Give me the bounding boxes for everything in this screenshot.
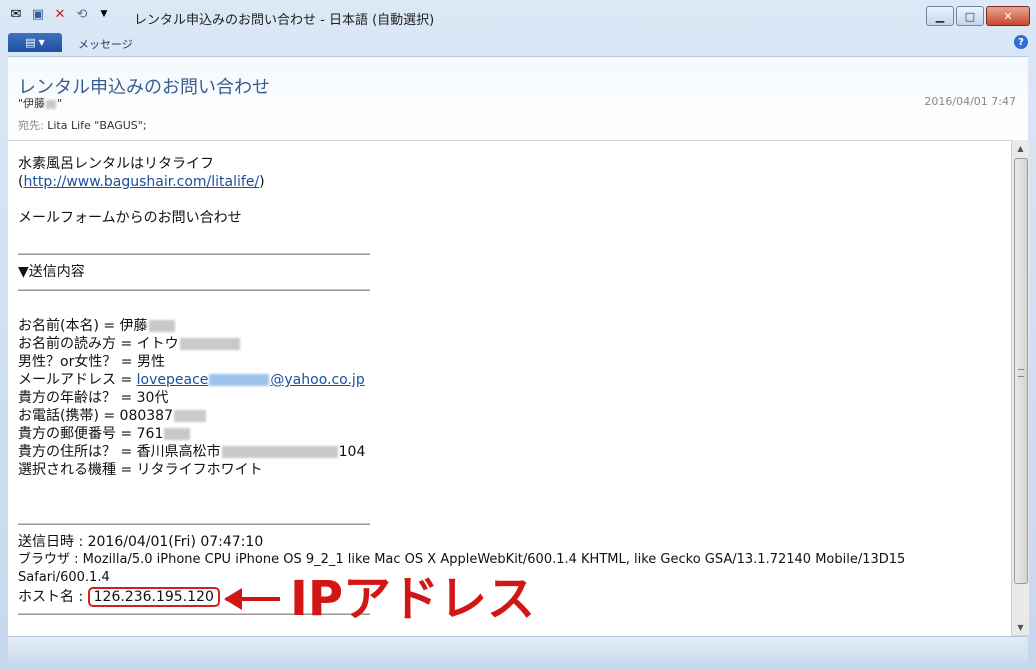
delete-icon[interactable]: ✕ [52,6,68,22]
close-button[interactable]: ✕ [986,6,1030,26]
sender-name: "伊藤 [18,97,46,110]
to-label: 宛先: [18,119,44,132]
field-gender: 男性？or女性？ = 男性 [18,354,165,370]
redacted-block [179,338,240,350]
field-name-text: お名前(本名) = 伊藤 [18,318,148,334]
redacted-block [164,428,191,440]
redacted-block [174,410,206,422]
field-model: 選択される機種 = リタライフホワイト [18,462,263,478]
window-controls: ▁ □ ✕ [926,6,1030,26]
window-title: レンタル申込みのお問い合わせ - 日本語 (自動選択) [134,13,435,28]
field-name: お名前(本名) = 伊藤 [18,317,905,335]
tab-message[interactable]: メッセージ [78,36,133,52]
field-address: 貴方の住所は？ = 香川県高松市 104 [18,443,905,461]
host-ip: 126.236.195.120 [87,587,220,607]
field-address-tail: 104 [338,444,366,460]
dropdown-icon[interactable]: ▼ [96,6,112,22]
message-sender: "伊藤 " [18,95,62,111]
field-postal-text: 貴方の郵便番号 = 761 [18,426,164,442]
scroll-down-icon[interactable]: ▼ [1012,619,1029,635]
minimize-button[interactable]: ▁ [926,6,954,26]
to-value: Lita Life "BAGUS"; [47,119,147,132]
email-link[interactable]: lovepeace @yahoo.co.jp [137,372,365,388]
ribbon-bar: ▤ ▼ メッセージ ? [0,32,1036,54]
menu-icon: ▤ [25,36,36,49]
browser-line: ブラウザ : Mozilla/5.0 iPhone CPU iPhone OS … [18,552,906,567]
redacted-block [148,320,175,332]
help-icon[interactable]: ? [1014,35,1028,49]
status-bar [8,636,1028,663]
message-header: レンタル申込みのお問い合わせ "伊藤 " 2016/04/01 7:47 宛先: … [8,56,1028,141]
message-body: 水素風呂レンタルはリタライフ (http://www.bagushair.com… [8,140,1011,636]
title-bar: ✉ ▣ ✕ ⟲ ▼ レンタル申込みのお問い合わせ - 日本語 (自動選択) ▁ … [0,0,1036,34]
field-postal: 貴方の郵便番号 = 761 [18,425,905,443]
app-menu-button[interactable]: ▤ ▼ [8,33,62,52]
intro-line: 水素風呂レンタルはリタライフ [18,156,214,172]
divider-line: ―――――――――――――――――――――――――――――――― [18,247,370,260]
redacted-block [46,99,57,109]
intro-link-line: (http://www.bagushair.com/litalife/) [18,173,905,191]
email-user: lovepeace [136,372,209,388]
paren-close: ) [259,174,265,190]
grip-icon [1018,369,1024,377]
scroll-up-icon[interactable]: ▲ [1012,140,1029,156]
envelope-icon: ✉ [10,6,22,22]
divider-line: ―――――――――――――――――――――――――――――――― [18,517,370,530]
quick-access-toolbar: ✉ ▣ ✕ ⟲ ▼ [8,6,112,22]
divider-line: ―――――――――――――――――――――――――――――――― [18,283,370,296]
field-age: 貴方の年齢は？ = 30代 [18,390,169,406]
host-label: ホスト名 : [18,589,88,605]
sent-time: 送信日時 : 2016/04/01(Fri) 07:47:10 [18,534,264,550]
message-text: 水素風呂レンタルはリタライフ (http://www.bagushair.com… [18,155,905,623]
scroll-thumb[interactable] [1014,158,1028,584]
field-reading-text: お名前の読み方 = イトウ [18,336,179,352]
vertical-scrollbar[interactable]: ▲ ▼ [1011,140,1029,635]
form-line: メールフォームからのお問い合わせ [18,210,242,226]
recipient-line: 宛先: Lita Life "BAGUS"; [18,117,147,133]
message-date: 2016/04/01 7:47 [924,95,1016,108]
field-phone: お電話(携帯) = 080387 [18,407,905,425]
maximize-button[interactable]: □ [956,6,984,26]
reply-icon[interactable]: ⟲ [74,6,90,22]
field-reading: お名前の読み方 = イトウ [18,335,905,353]
field-email: メールアドレス = lovepeace @yahoo.co.jp [18,371,905,389]
website-link[interactable]: http://www.bagushair.com/litalife/ [23,174,259,190]
redacted-block [221,446,338,458]
arrow-shaft [226,597,280,601]
section-title: ▼送信内容 [18,264,85,280]
field-address-text: 貴方の住所は？ = 香川県高松市 [18,444,221,460]
ip-address-annotation: IPアドレス [290,571,536,627]
save-icon[interactable]: ▣ [30,6,46,22]
sender-tail: " [57,97,63,110]
field-phone-text: お電話(携帯) = 080387 [18,408,173,424]
mail-window: ✉ ▣ ✕ ⟲ ▼ レンタル申込みのお問い合わせ - 日本語 (自動選択) ▁ … [0,0,1036,669]
chevron-down-icon: ▼ [38,38,45,47]
email-domain: @yahoo.co.jp [270,372,365,388]
email-label: メールアドレス = [18,372,137,388]
redacted-block [209,374,270,386]
